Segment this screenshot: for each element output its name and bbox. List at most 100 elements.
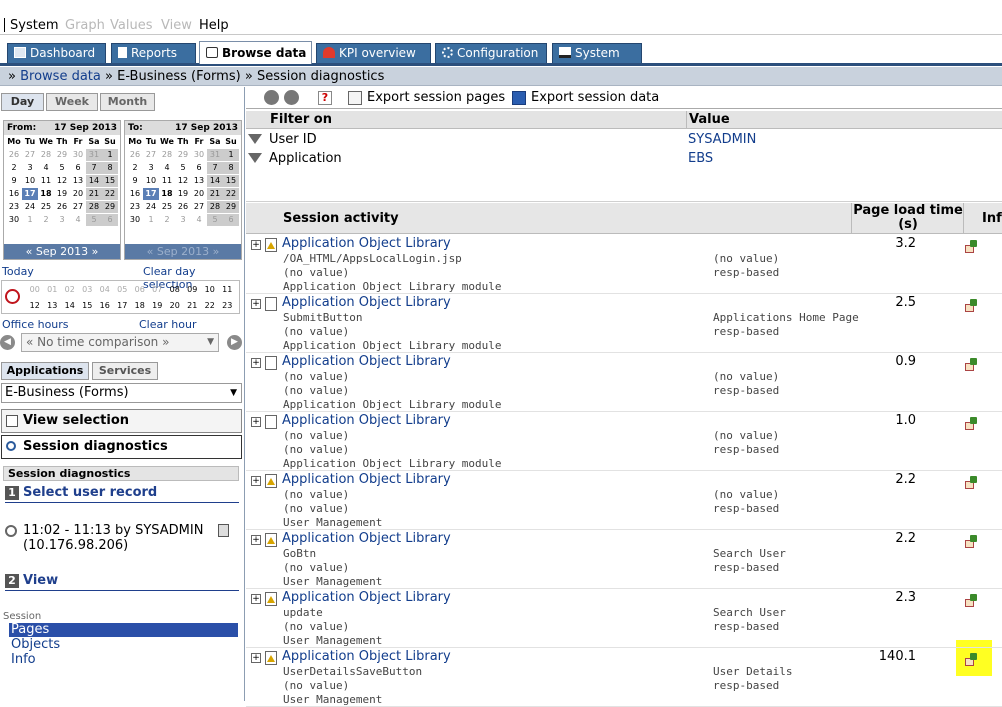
office-hours-link[interactable]: Office hours xyxy=(2,318,69,331)
tab-services[interactable]: Services xyxy=(92,362,158,380)
calendar-day[interactable]: 6 xyxy=(223,214,239,226)
hour-cell[interactable]: 09 xyxy=(184,285,202,294)
calendar-day[interactable]: 27 xyxy=(143,149,159,161)
calendar-day[interactable]: 13 xyxy=(70,175,86,187)
table-row[interactable]: + Application Object Library (no value) (no… xyxy=(246,412,1002,471)
calendar-day[interactable]: 29 xyxy=(54,149,70,161)
calendar-day[interactable]: 3 xyxy=(22,162,38,174)
info-icon[interactable] xyxy=(964,240,980,255)
calendar-day[interactable]: 23 xyxy=(127,201,143,213)
filter-icon[interactable] xyxy=(248,134,262,144)
export-pages-icon[interactable] xyxy=(348,91,362,105)
view-selection-panel[interactable]: View selection xyxy=(1,409,242,433)
table-row[interactable]: + Application Object Library GoBtn (no valu… xyxy=(246,530,1002,589)
nav-info[interactable]: Info xyxy=(9,653,238,667)
menu-values[interactable]: Values xyxy=(110,18,152,33)
hour-cell[interactable]: 17 xyxy=(114,301,132,310)
forward-button[interactable] xyxy=(284,90,299,105)
calendar-day[interactable]: 30 xyxy=(127,214,143,226)
hour-cell[interactable]: 03 xyxy=(79,285,97,294)
calendar-day[interactable]: 26 xyxy=(54,201,70,213)
calendar-day[interactable]: 24 xyxy=(143,201,159,213)
calendar-day[interactable]: 25 xyxy=(159,201,175,213)
calendar-day[interactable]: 25 xyxy=(38,201,54,213)
tab-week[interactable]: Week xyxy=(46,93,98,111)
activity-title-link[interactable]: Application Object Library xyxy=(282,236,451,251)
calendar-day[interactable]: 22 xyxy=(223,188,239,200)
table-row[interactable]: + Application Object Library UserDetailsSa… xyxy=(246,648,1002,707)
calendar-day[interactable]: 2 xyxy=(159,214,175,226)
calendar-day[interactable]: 8 xyxy=(102,162,118,174)
filter-icon[interactable] xyxy=(248,153,262,163)
help-icon[interactable]: ? xyxy=(318,91,332,105)
info-icon[interactable] xyxy=(964,653,980,668)
hour-cell[interactable]: 16 xyxy=(96,301,114,310)
menu-view[interactable]: View xyxy=(161,18,192,33)
activity-title-link[interactable]: Application Object Library xyxy=(282,649,451,664)
tab-kpi-overview[interactable]: KPI overview xyxy=(316,43,431,63)
hour-cell[interactable]: 06 xyxy=(131,285,149,294)
calendar-day[interactable]: 11 xyxy=(38,175,54,187)
table-row[interactable]: + Application Object Library/OA_HTML/Apps… xyxy=(246,235,1002,294)
calendar-to-grid[interactable]: Mo Tu We Th Fr Sa Su 26 27 28 29 30 31 1 2 3 4 5 6 7 8 9 10 11 1… xyxy=(125,135,241,227)
calendar-day[interactable]: 11 xyxy=(159,175,175,187)
tab-dashboard[interactable]: Dashboard xyxy=(7,43,106,63)
calendar-day[interactable]: 30 xyxy=(6,214,22,226)
calendar-day[interactable]: 15 xyxy=(223,175,239,187)
calendar-day[interactable]: 30 xyxy=(70,149,86,161)
calendar-day[interactable]: 4 xyxy=(159,162,175,174)
hour-cell[interactable]: 04 xyxy=(96,285,114,294)
calendar-day[interactable]: 3 xyxy=(175,214,191,226)
hour-cell[interactable]: 14 xyxy=(61,301,79,310)
calendar-day[interactable]: 20 xyxy=(191,188,207,200)
activity-title-link[interactable]: Application Object Library xyxy=(282,472,451,487)
calendar-day[interactable]: 9 xyxy=(127,175,143,187)
calendar-day[interactable]: 24 xyxy=(22,201,38,213)
calendar-day[interactable]: 28 xyxy=(207,201,223,213)
export-session-data-button[interactable]: Export session data xyxy=(531,90,659,105)
activity-title-link[interactable]: Application Object Library xyxy=(282,531,451,546)
calendar-day[interactable]: 29 xyxy=(175,149,191,161)
calendar-day[interactable]: 21 xyxy=(86,188,102,200)
hour-selector[interactable]: 00 01 02 03 04 05 06 07 08 09 10 11 12 13 14 15 16 17 18 1… xyxy=(1,280,240,314)
menu-help[interactable]: Help xyxy=(199,18,229,33)
hour-cell[interactable]: 01 xyxy=(44,285,62,294)
calendar-day[interactable]: 31 xyxy=(86,149,102,161)
calendar-day[interactable]: 6 xyxy=(191,162,207,174)
back-button[interactable] xyxy=(264,90,279,105)
calendar-day[interactable]: 26 xyxy=(127,149,143,161)
activity-title-link[interactable]: Application Object Library xyxy=(282,590,451,605)
calendar-day[interactable]: 26 xyxy=(175,201,191,213)
hour-cell[interactable]: 21 xyxy=(184,301,202,310)
calendar-day[interactable]: 2 xyxy=(127,162,143,174)
hour-cell[interactable]: 00 xyxy=(26,285,44,294)
calendar-day[interactable]: 5 xyxy=(207,214,223,226)
hour-cell[interactable]: 02 xyxy=(61,285,79,294)
session-diagnostics-panel[interactable]: Session diagnostics xyxy=(1,435,242,459)
calendar-day[interactable]: 2 xyxy=(6,162,22,174)
calendar-day[interactable]: 31 xyxy=(207,149,223,161)
calendar-day[interactable]: 4 xyxy=(191,214,207,226)
calendar-day[interactable]: 9 xyxy=(6,175,22,187)
calendar-day[interactable]: 8 xyxy=(223,162,239,174)
calendar-day[interactable]: 30 xyxy=(191,149,207,161)
application-select[interactable]: E-Business (Forms) ▼ xyxy=(1,383,242,403)
calendar-day[interactable]: 18 xyxy=(159,188,175,200)
info-icon[interactable] xyxy=(964,358,980,373)
hour-cell[interactable]: 23 xyxy=(219,301,237,310)
calendar-to-month-nav[interactable]: « Sep 2013 » xyxy=(125,244,241,259)
calendar-day[interactable]: 3 xyxy=(143,162,159,174)
expand-icon[interactable]: + xyxy=(251,594,261,604)
calendar-day[interactable]: 14 xyxy=(207,175,223,187)
info-header[interactable]: Inf xyxy=(982,211,1002,226)
calendar-day[interactable]: 7 xyxy=(86,162,102,174)
calendar-day[interactable]: 1 xyxy=(22,214,38,226)
calendar-day[interactable]: 10 xyxy=(22,175,38,187)
hours-bottom-row[interactable]: 12 13 14 15 16 17 18 19 20 21 22 23 xyxy=(26,301,236,310)
calendar-day[interactable]: 1 xyxy=(102,149,118,161)
tab-month[interactable]: Month xyxy=(100,93,155,111)
calendar-from-month-nav[interactable]: « Sep 2013 » xyxy=(4,244,120,259)
calendar-day[interactable]: 17 xyxy=(22,188,38,200)
hour-cell[interactable]: 13 xyxy=(44,301,62,310)
calendar-day[interactable]: 13 xyxy=(191,175,207,187)
